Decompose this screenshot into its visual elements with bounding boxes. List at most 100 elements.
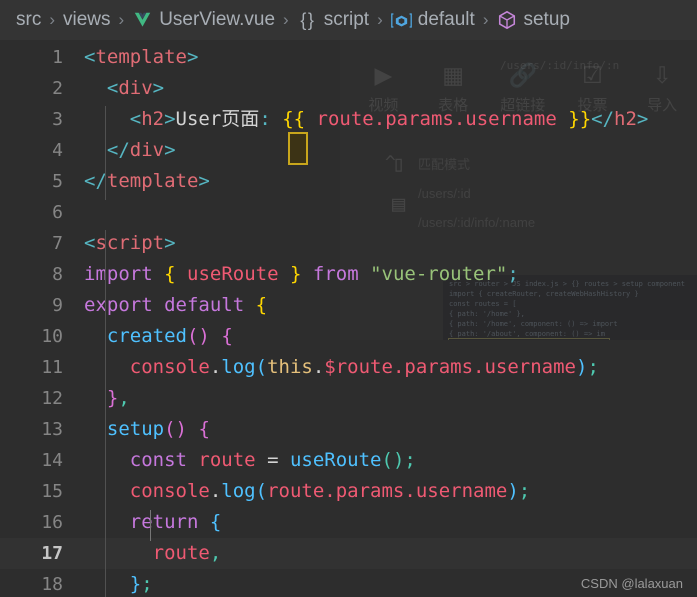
code-token: route	[152, 542, 210, 564]
breadcrumb-label: setup	[523, 9, 570, 30]
code-token: useRoute	[289, 449, 382, 471]
breadcrumb: src › views › UserView.vue › { } script …	[0, 0, 697, 40]
code-token: .	[209, 480, 222, 502]
code-token: .	[209, 356, 222, 378]
csdn-watermark: CSDN @lalaxuan	[580, 576, 683, 591]
breadcrumb-item-setup[interactable]: setup	[496, 9, 570, 31]
line-number: 3	[52, 109, 63, 130]
breadcrumb-label: default	[417, 9, 475, 30]
code-token: ()	[381, 449, 405, 471]
code-line-content: <script>	[84, 228, 697, 259]
line-number: 10	[41, 326, 63, 347]
code-line[interactable]: 6	[0, 197, 697, 228]
code-token: username	[484, 356, 576, 378]
code-token: {	[209, 511, 222, 533]
line-number: 4	[52, 140, 63, 161]
breadcrumb-item-userview-vue[interactable]: UserView.vue	[132, 9, 275, 31]
indent-guide	[105, 230, 106, 597]
line-number: 6	[52, 202, 63, 223]
code-token: ()	[186, 325, 210, 347]
code-token: username	[415, 480, 508, 502]
line-number: 9	[52, 295, 63, 316]
vscode-editor: src › views › UserView.vue › { } script …	[0, 0, 697, 597]
code-token: {{	[282, 108, 306, 130]
code-line-content: </template>	[84, 166, 697, 197]
code-editor-area[interactable]: 1 <template> 2 <div> 3 <h2>User页面: {{ route…	[0, 40, 697, 597]
bracket-match-highlight-box	[288, 132, 308, 165]
code-token: params	[404, 356, 474, 378]
code-token: div	[129, 139, 165, 161]
code-token: console	[129, 356, 210, 378]
code-token: created	[106, 325, 187, 347]
code-token: .	[453, 108, 466, 130]
code-token: ,	[118, 387, 130, 409]
code-token: .	[404, 480, 416, 502]
code-token: ,	[209, 542, 222, 564]
code-line-content: return {	[84, 507, 697, 538]
code-token: log	[221, 356, 256, 378]
breadcrumb-item-script[interactable]: { } script	[297, 9, 369, 31]
code-token: route	[267, 480, 325, 502]
line-number: 5	[52, 171, 63, 192]
code-token: {	[198, 418, 210, 440]
code-token: <	[84, 77, 119, 99]
code-token: >	[152, 77, 165, 99]
code-token: .	[324, 480, 336, 502]
line-number: 1	[52, 47, 63, 68]
code-line-content: setup() {	[84, 414, 697, 445]
code-token: setup	[106, 418, 165, 440]
code-token: >	[198, 170, 210, 192]
code-token: export	[84, 294, 153, 316]
code-token: h2	[141, 108, 165, 130]
code-line-content: import { useRoute } from "vue-router";	[84, 259, 697, 290]
code-token: ;	[507, 263, 519, 285]
code-token: return	[129, 511, 199, 533]
code-token: .	[373, 108, 386, 130]
code-token: ;	[587, 356, 599, 378]
line-number: 18	[41, 574, 63, 595]
line-number: 17	[41, 543, 63, 564]
code-line[interactable]: 2 <div>	[0, 73, 697, 104]
code-token: log	[221, 480, 256, 502]
code-token: const	[129, 449, 187, 471]
breadcrumb-label: src	[16, 9, 42, 30]
code-line-content: <h2>User页面: {{ route.params.username }}<…	[84, 104, 697, 135]
code-token: >	[164, 232, 176, 254]
breadcrumb-item-default[interactable]: default	[390, 9, 475, 31]
breadcrumb-separator-icon: ›	[377, 10, 383, 29]
breadcrumb-separator-icon: ›	[482, 10, 489, 29]
breadcrumb-item-src[interactable]: src	[16, 9, 41, 31]
code-token: }	[289, 263, 302, 285]
breadcrumb-item-views[interactable]: views	[63, 9, 111, 31]
breadcrumb-label: script	[323, 9, 370, 30]
code-token: ;	[141, 573, 153, 595]
code-line[interactable]: 1 <template>	[0, 42, 697, 73]
breadcrumb-separator-icon: ›	[283, 10, 289, 29]
code-token: from	[312, 263, 359, 285]
code-token: {	[255, 294, 268, 316]
code-line-content: const route = useRoute();	[84, 445, 697, 476]
code-token: )	[507, 480, 519, 502]
code-token: h2	[614, 108, 637, 130]
braces-symbol-icon: { }	[300, 9, 314, 30]
code-token: >	[186, 46, 199, 68]
code-token: route	[198, 449, 256, 471]
code-token: <	[84, 46, 96, 68]
code-token: .	[312, 356, 325, 378]
code-token: </	[84, 170, 107, 192]
code-token: import	[84, 263, 153, 285]
